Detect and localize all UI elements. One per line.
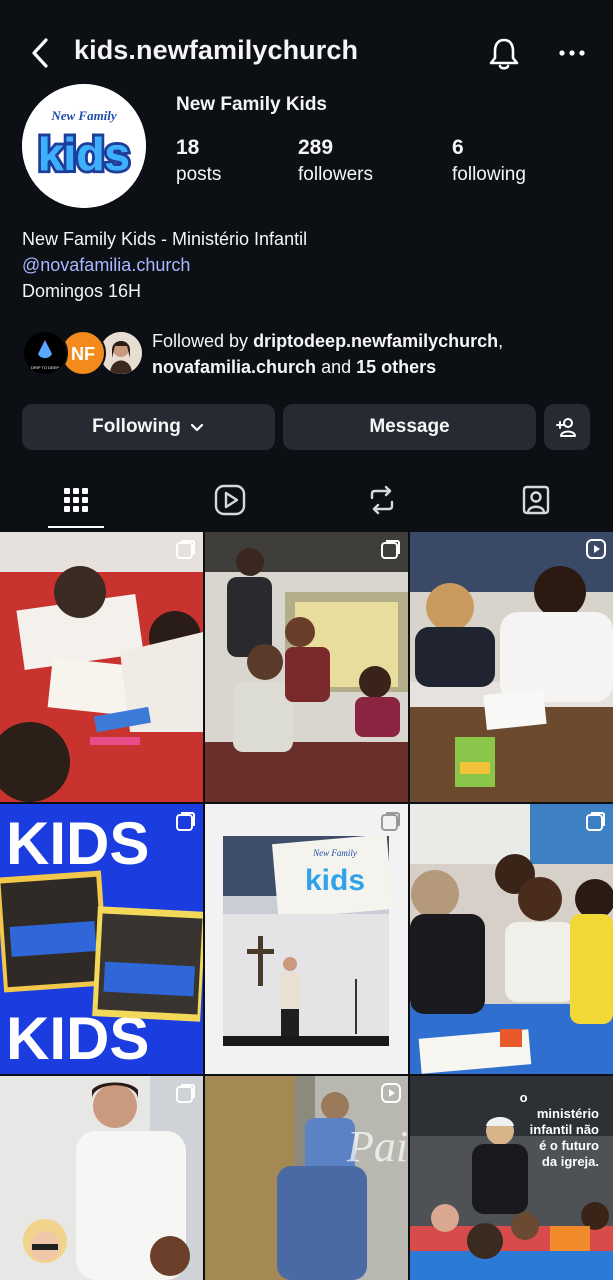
following-label: Following (92, 416, 181, 437)
multiple-photos-icon (586, 812, 605, 831)
message-label: Message (369, 416, 450, 437)
message-button[interactable]: Message (283, 404, 536, 450)
post-thumbnail[interactable] (0, 1076, 203, 1280)
svg-text:Pais: Pais (346, 1122, 408, 1171)
multiple-photos-icon (381, 540, 400, 559)
stat-followers[interactable]: 289 followers (298, 136, 373, 186)
followers-label: followers (298, 164, 373, 185)
following-button[interactable]: Following (22, 404, 275, 450)
tab-grid[interactable] (56, 480, 96, 520)
svg-text:New Family: New Family (312, 848, 357, 858)
following-count: 6 (452, 136, 464, 159)
others-count: 15 others (356, 357, 437, 377)
following-label: following (452, 164, 526, 185)
and-text: and (316, 357, 357, 377)
repost-icon (370, 485, 394, 515)
multiple-photos-icon (381, 812, 400, 831)
add-user-button[interactable] (544, 404, 590, 450)
reel-icon (381, 1083, 401, 1103)
followed-by-prefix: Followed by (152, 331, 254, 351)
mutual-avatar: DRIP TO DEEP (22, 330, 68, 376)
followed-by-text[interactable]: Followed by driptodeep.newfamilychurch, … (152, 328, 592, 380)
grid-icon (64, 488, 88, 512)
bio-line: New Family Kids - Ministério Infantil (22, 229, 308, 249)
profile-avatar[interactable]: New Family kids kids (22, 84, 146, 208)
chevron-left-icon[interactable] (26, 36, 54, 70)
post-thumbnail[interactable]: o ministério infantil não é o futuro da … (410, 1076, 613, 1280)
tagged-icon (522, 485, 550, 515)
reels-icon (214, 484, 246, 516)
post-thumbnail[interactable] (205, 532, 408, 802)
display-name: New Family Kids (176, 94, 327, 115)
post-thumbnail[interactable]: KIDS KIDS (0, 804, 203, 1074)
chevron-down-icon (190, 423, 203, 432)
multiple-photos-icon (176, 540, 195, 559)
post-thumbnail[interactable] (410, 804, 613, 1074)
mutual-username: novafamilia.church (152, 357, 317, 377)
svg-text:New Family: New Family (50, 108, 117, 123)
profile-username: kids.newfamilychurch (74, 35, 359, 65)
add-person-icon (556, 418, 576, 437)
profile-tabs (0, 470, 613, 530)
multiple-photos-icon (176, 1084, 195, 1103)
svg-text:KIDS: KIDS (6, 810, 149, 877)
reel-icon (586, 539, 606, 559)
mutual-avatars[interactable]: DRIP TO DEEP NF (22, 330, 144, 378)
tab-tagged[interactable] (516, 480, 556, 520)
followers-count: 289 (298, 136, 334, 159)
posts-label: posts (176, 164, 222, 185)
bell-icon[interactable] (486, 36, 522, 72)
tab-reposts[interactable] (362, 480, 402, 520)
stat-following[interactable]: 6 following (452, 136, 526, 186)
tab-reels[interactable] (210, 480, 250, 520)
more-horizontal-icon[interactable] (556, 40, 588, 66)
svg-text:NF: NF (71, 344, 95, 364)
stat-posts[interactable]: 18 posts (176, 136, 221, 186)
bio-link[interactable]: @novafamilia.church (22, 252, 307, 278)
kids-logo: New Family kids kids (22, 84, 146, 208)
post-thumbnail[interactable] (0, 532, 203, 802)
mutual-username: driptodeep.newfamilychurch (253, 331, 499, 351)
svg-text:kids: kids (305, 864, 365, 897)
svg-text:DRIP TO DEEP: DRIP TO DEEP (31, 365, 59, 370)
post-thumbnail[interactable]: New Family kids (205, 804, 408, 1074)
bio: New Family Kids - Ministério Infantil @n… (22, 226, 307, 304)
multiple-photos-icon (176, 812, 195, 831)
bio-line: Domingos 16H (22, 281, 142, 301)
post-thumbnail[interactable]: Pais (205, 1076, 408, 1280)
post-thumbnail[interactable] (410, 532, 613, 802)
posts-grid: KIDS KIDS New Family kids Pai o ministér… (0, 532, 613, 1280)
active-tab-indicator (48, 526, 104, 528)
separator: , (498, 331, 504, 351)
posts-count: 18 (176, 136, 200, 159)
post-caption-overlay: o ministério infantil não é o futuro da … (519, 1090, 599, 1169)
